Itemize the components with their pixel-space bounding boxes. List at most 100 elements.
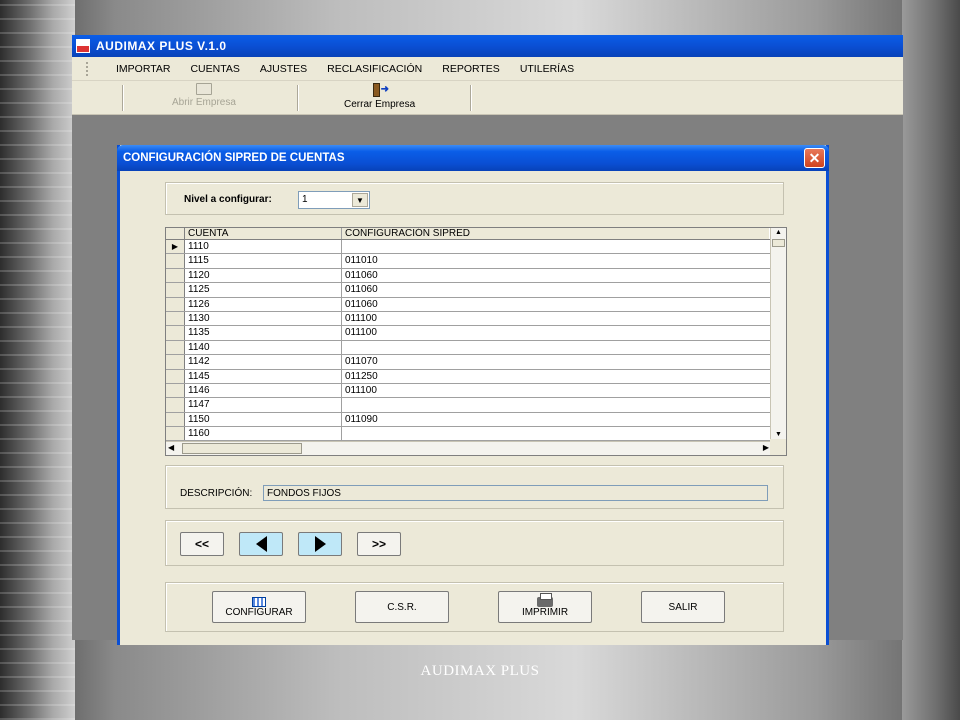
salir-button[interactable]: SALIR (641, 591, 725, 623)
table-row[interactable]: 1115 011010 (166, 254, 786, 269)
row-header[interactable] (166, 268, 185, 283)
cell-cuenta[interactable]: 1146 (185, 383, 342, 398)
row-header[interactable] (166, 297, 185, 311)
nivel-label: Nivel a configurar: (184, 194, 272, 205)
cell-cuenta[interactable]: 1145 (185, 369, 342, 383)
menu-ajustes[interactable]: AJUSTES (260, 63, 307, 75)
row-header[interactable] (166, 369, 185, 383)
nivel-select[interactable]: 1 ▼ (298, 191, 370, 209)
descripcion-label: DESCRIPCIÓN: (180, 488, 253, 499)
table-row[interactable]: 1146 011100 (166, 383, 786, 399)
menu-cuentas[interactable]: CUENTAS (190, 63, 239, 75)
row-header[interactable] (166, 340, 185, 355)
cuentas-grid: CUENTA CONFIGURACIÓN SIPRED ▶ 1110 1115 011… (165, 227, 787, 456)
scroll-right-icon[interactable]: ▶ (763, 443, 769, 452)
toolbar-separator (297, 85, 298, 111)
cell-cuenta[interactable]: 1110 (185, 240, 342, 254)
table-row[interactable]: 1145 011250 (166, 369, 786, 384)
table-row[interactable]: 1150 011090 (166, 412, 786, 428)
cell-sipred[interactable] (342, 341, 769, 354)
open-folder-icon (195, 83, 212, 95)
cell-cuenta[interactable]: 1125 (185, 283, 342, 297)
row-header[interactable] (166, 383, 185, 398)
first-record-button[interactable]: << (180, 532, 224, 556)
cell-sipred[interactable]: 011250 (342, 370, 769, 383)
cell-sipred[interactable]: 011010 (342, 254, 769, 267)
table-row[interactable]: 1135 011100 (166, 326, 786, 341)
vertical-scroll-thumb[interactable] (772, 239, 785, 247)
cell-cuenta[interactable]: 1160 (185, 427, 342, 441)
table-row[interactable]: ▶ 1110 (166, 240, 786, 255)
scroll-left-icon[interactable]: ◀ (168, 443, 174, 452)
cell-cuenta[interactable]: 1140 (185, 340, 342, 355)
table-row[interactable]: 1160 (166, 427, 786, 442)
row-header[interactable] (166, 427, 185, 441)
cell-cuenta[interactable]: 1115 (185, 254, 342, 268)
cell-sipred[interactable]: 011090 (342, 413, 769, 426)
table-row[interactable]: 1142 011070 (166, 355, 786, 370)
column-header-sipred[interactable]: CONFIGURACIÓN SIPRED (342, 228, 769, 239)
toolbar-separator (122, 85, 123, 111)
cell-sipred[interactable]: 011100 (342, 326, 769, 339)
table-row[interactable]: 1147 (166, 398, 786, 413)
navigation-panel: << >> (165, 520, 784, 566)
previous-record-button[interactable] (239, 532, 283, 556)
current-row-indicator-icon[interactable]: ▶ (166, 240, 185, 254)
table-row[interactable]: 1130 011100 (166, 311, 786, 327)
table-row[interactable]: 1140 (166, 340, 786, 356)
app-title: AUDIMAX PLUS V.1.0 (96, 39, 227, 53)
cell-sipred[interactable] (342, 427, 769, 440)
cell-sipred[interactable] (342, 240, 769, 253)
abrir-empresa-button[interactable]: Abrir Empresa (172, 83, 236, 108)
menu-utilerias[interactable]: UTILERÍAS (520, 63, 574, 75)
cell-cuenta[interactable]: 1130 (185, 311, 342, 326)
next-record-button[interactable] (298, 532, 342, 556)
cell-sipred[interactable]: 011060 (342, 298, 769, 311)
background-building (0, 0, 75, 720)
row-header[interactable] (166, 311, 185, 326)
background-right (902, 0, 960, 720)
cell-cuenta[interactable]: 1147 (185, 398, 342, 412)
menu-reclasificacion[interactable]: RECLASIFICACIÓN (327, 63, 422, 75)
menubar-grip (86, 61, 100, 76)
chevron-down-icon[interactable]: ▼ (352, 193, 368, 207)
last-record-button[interactable]: >> (357, 532, 401, 556)
cell-sipred[interactable]: 011100 (342, 384, 769, 397)
imprimir-button[interactable]: IMPRIMIR (498, 591, 592, 623)
cell-sipred[interactable] (342, 398, 769, 411)
row-header[interactable] (166, 283, 185, 297)
cell-sipred[interactable]: 011100 (342, 312, 769, 325)
table-row[interactable]: 1126 011060 (166, 297, 786, 312)
row-header[interactable] (166, 412, 185, 427)
horizontal-scrollbar[interactable]: ◀ ▶ (166, 441, 771, 455)
close-button[interactable]: ✕ (804, 148, 825, 168)
cell-cuenta[interactable]: 1135 (185, 326, 342, 340)
exit-door-icon: ➜ (372, 83, 389, 97)
cell-sipred[interactable]: 011060 (342, 283, 769, 296)
row-header[interactable] (166, 254, 185, 268)
table-row[interactable]: 1120 011060 (166, 268, 786, 284)
descripcion-field[interactable]: FONDOS FIJOS (263, 485, 768, 501)
cell-cuenta[interactable]: 1142 (185, 355, 342, 369)
main-titlebar: AUDIMAX PLUS V.1.0 (72, 35, 903, 57)
row-header[interactable] (166, 355, 185, 369)
table-row[interactable]: 1125 011060 (166, 283, 786, 298)
configurar-button[interactable]: CONFIGURAR (212, 591, 306, 623)
cell-cuenta[interactable]: 1126 (185, 297, 342, 311)
scroll-up-icon[interactable]: ▲ (771, 228, 786, 238)
csr-button[interactable]: C.S.R. (355, 591, 449, 623)
cell-sipred[interactable]: 011070 (342, 355, 769, 368)
row-header[interactable] (166, 326, 185, 340)
menu-reportes[interactable]: REPORTES (442, 63, 500, 75)
column-header-cuenta[interactable]: CUENTA (185, 228, 342, 239)
cell-sipred[interactable]: 011060 (342, 269, 769, 282)
row-header[interactable] (166, 398, 185, 412)
cell-cuenta[interactable]: 1150 (185, 412, 342, 427)
grid-body: ▶ 1110 1115 011010 1120 011060 1125 011060 1126 0… (166, 240, 786, 442)
cerrar-empresa-button[interactable]: ➜ Cerrar Empresa (344, 83, 415, 110)
menu-importar[interactable]: IMPORTAR (116, 63, 170, 75)
descripcion-panel: DESCRIPCIÓN: FONDOS FIJOS (165, 465, 784, 509)
vertical-scrollbar[interactable]: ▲ ▼ (770, 228, 786, 440)
horizontal-scroll-thumb[interactable] (182, 443, 302, 454)
cell-cuenta[interactable]: 1120 (185, 268, 342, 283)
